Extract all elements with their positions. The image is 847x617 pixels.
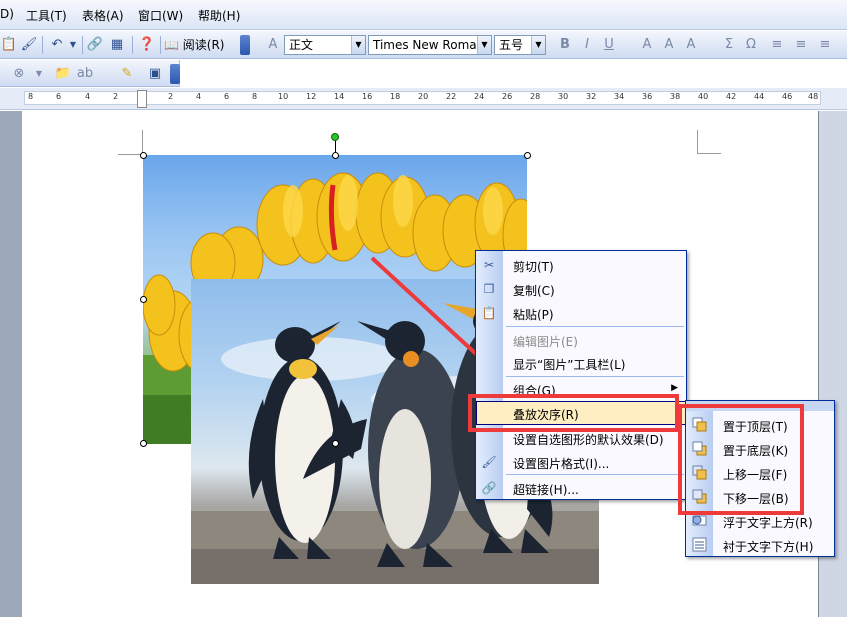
menu-item-label: 复制(C) (513, 284, 555, 298)
menu-item-label: 超链接(H)... (513, 483, 579, 497)
menu-item-format-picture[interactable]: 🖌 设置图片格式(I)... (476, 450, 686, 474)
menu-item-label: 设置自选图形的默认效果(D) (513, 433, 664, 447)
menu-item-cut[interactable]: ✂ 剪切(T) (476, 253, 686, 277)
behind-text-icon (692, 537, 707, 552)
menu-item-paste[interactable]: 📋 粘贴(P) (476, 301, 686, 325)
menu-item-label: 剪切(T) (513, 260, 554, 274)
scissors-icon: ✂ (483, 258, 495, 272)
menu-item-copy[interactable]: ❐ 复制(C) (476, 277, 686, 301)
submenu-arrow-icon: ▶ (671, 383, 678, 393)
menu-item-behind-text[interactable]: 衬于文字下方(H) (686, 533, 834, 557)
menu-item-label: 浮于文字上方(R) (723, 516, 813, 530)
format-picture-icon: 🖌 (481, 455, 497, 469)
annotation-box-submenu (678, 404, 804, 515)
annotation-box-order (468, 394, 679, 432)
menu-item-label: 设置图片格式(I)... (513, 457, 610, 471)
in-front-of-text-icon (692, 515, 707, 526)
menu-separator (506, 474, 684, 475)
hyperlink-icon: 🔗 (481, 481, 497, 495)
copy-icon: ❐ (483, 282, 495, 296)
menu-item-hyperlink[interactable]: 🔗 超链接(H)... (476, 476, 686, 500)
menu-item-label: 显示“图片”工具栏(L) (513, 358, 626, 372)
menu-item-label: 编辑图片(E) (513, 335, 578, 349)
menu-item-label: 粘贴(P) (513, 308, 554, 322)
menu-separator (506, 326, 684, 327)
context-menu: ✂ 剪切(T) ❐ 复制(C) 📋 粘贴(P) 编辑图片(E) 显示“图片”工具… (475, 250, 687, 500)
menu-item-show-picture-toolbar[interactable]: 显示“图片”工具栏(L) (476, 351, 686, 375)
paste-icon: 📋 (481, 306, 497, 320)
menu-item-label: 衬于文字下方(H) (723, 540, 814, 554)
menu-item-edit-picture: 编辑图片(E) (476, 328, 686, 352)
